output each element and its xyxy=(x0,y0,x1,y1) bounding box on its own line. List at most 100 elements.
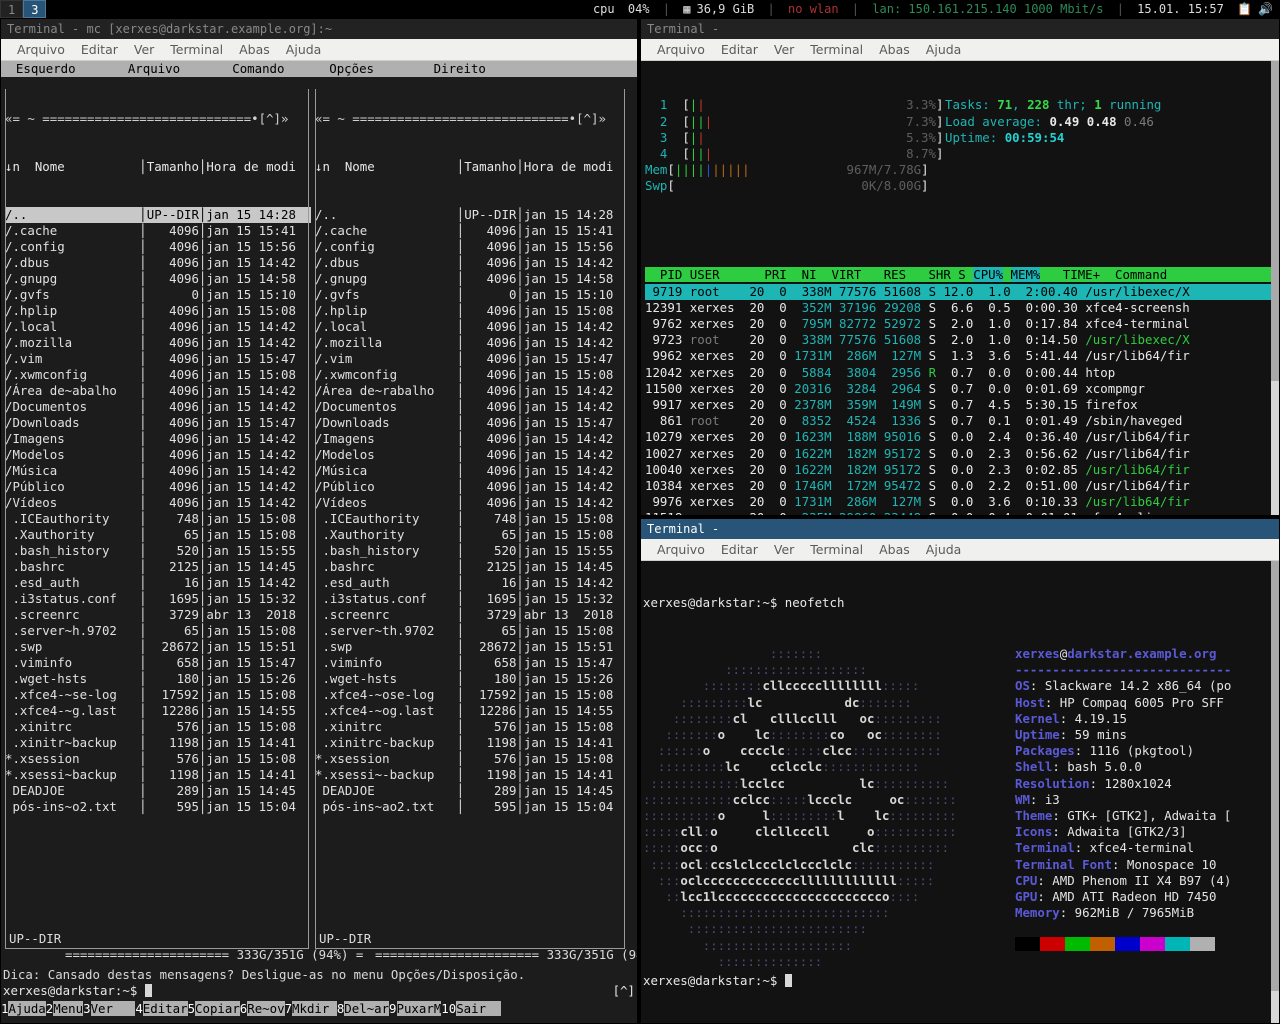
mc-file-row[interactable]: /Documentos │ 4096│jan 15 14:42 xyxy=(5,399,311,415)
nf-menu-editar[interactable]: Editar xyxy=(713,542,766,557)
mc-file-row[interactable]: .Xauthority │ 65│jan 15 15:08 xyxy=(5,527,311,543)
mc-fkey-1[interactable]: Ajuda xyxy=(8,1001,46,1016)
mc-fkey-7[interactable]: Mkdir xyxy=(292,1001,337,1016)
mc-menu-ver[interactable]: Ver xyxy=(126,42,162,57)
mc-file-row[interactable]: /.local │ 4096│jan 15 14:42 xyxy=(315,319,627,335)
mc-file-row[interactable]: .esd_auth │ 16│jan 15 14:42 xyxy=(315,575,627,591)
mc-file-row[interactable]: .bashrc │ 2125│jan 15 14:45 xyxy=(315,559,627,575)
mc-shell-prompt[interactable]: xerxes@darkstar:~$ [^] xyxy=(3,983,635,999)
mc-terminal-content[interactable]: Esquerdo Arquivo Comando Opções Direito … xyxy=(1,61,637,1023)
mc-file-row[interactable]: /.xwmconfig │ 4096│jan 15 15:08 xyxy=(315,367,627,383)
neofetch-terminal-content[interactable]: xerxes@darkstar:~$ neofetch ::::::: ::::… xyxy=(641,561,1279,1023)
mc-right-rows[interactable]: /.. │UP--DIR│jan 15 14:28/.cache │ 4096│… xyxy=(315,207,627,815)
mc-file-row[interactable]: .viminfo │ 658│jan 15 15:47 xyxy=(315,655,627,671)
mc-file-row[interactable]: /.cache │ 4096│jan 15 15:41 xyxy=(5,223,311,239)
mc-file-row[interactable]: .wget-hsts │ 180│jan 15 15:26 xyxy=(5,671,311,687)
mc-fkey-6[interactable]: Re~ov xyxy=(247,1001,285,1016)
mc-menu-ajuda[interactable]: Ajuda xyxy=(278,42,330,57)
mc-file-row[interactable]: /Documentos │ 4096│jan 15 14:42 xyxy=(315,399,627,415)
mc-file-row[interactable]: /Modelos │ 4096│jan 15 14:42 xyxy=(5,447,311,463)
nf-menu-abas[interactable]: Abas xyxy=(871,542,918,557)
mc-file-row[interactable]: .esd_auth │ 16│jan 15 14:42 xyxy=(5,575,311,591)
htop-process-row[interactable]: 10279 xerxes 20 0 1623M 188M 95016 S 0.0… xyxy=(645,429,1279,445)
mc-file-row[interactable]: /Imagens │ 4096│jan 15 14:42 xyxy=(5,431,311,447)
mc-file-row[interactable]: .server~h.9702 │ 65│jan 15 15:08 xyxy=(5,623,311,639)
mc-menu-3[interactable]: Opções xyxy=(314,61,411,76)
mc-file-row[interactable]: /Downloads │ 4096│jan 15 15:47 xyxy=(5,415,311,431)
htop-menu-ver[interactable]: Ver xyxy=(766,42,802,57)
mc-file-row[interactable]: .ICEauthority │ 748│jan 15 15:08 xyxy=(5,511,311,527)
htop-process-row[interactable]: 9723 root 20 0 338M 77576 51608 S 2.0 1.… xyxy=(645,332,1279,348)
htop-menu-terminal[interactable]: Terminal xyxy=(802,42,871,57)
mc-file-row[interactable]: /.hplip │ 4096│jan 15 15:08 xyxy=(315,303,627,319)
mc-file-row[interactable]: *.xsession │ 576│jan 15 15:08 xyxy=(315,751,627,767)
mc-file-row[interactable]: /.mozilla │ 4096│jan 15 14:42 xyxy=(315,335,627,351)
mc-file-row[interactable]: /.hplip │ 4096│jan 15 15:08 xyxy=(5,303,311,319)
scrollbar-thumb[interactable] xyxy=(1271,61,1279,381)
mc-file-row[interactable]: /Música │ 4096│jan 15 14:42 xyxy=(5,463,311,479)
nf-menu-terminal[interactable]: Terminal xyxy=(802,542,871,557)
neofetch-shell-prompt[interactable]: xerxes@darkstar:~$ xyxy=(643,973,792,989)
mc-fkey-3[interactable]: Ver xyxy=(90,1001,136,1016)
mc-file-row[interactable]: /Vídeos │ 4096│jan 15 14:42 xyxy=(5,495,311,511)
mc-left-columns[interactable]: ↓n Nome │Tamanho│Hora de modi xyxy=(5,159,311,175)
clipboard-icon[interactable]: 📋 xyxy=(1234,2,1255,16)
mc-file-row[interactable]: .wget-hsts │ 180│jan 15 15:26 xyxy=(315,671,627,687)
mc-fkey-4[interactable]: Editar xyxy=(142,1001,188,1016)
mc-file-row[interactable]: .xinitrc │ 576│jan 15 15:08 xyxy=(315,719,627,735)
mc-file-row[interactable]: /.local │ 4096│jan 15 14:42 xyxy=(5,319,311,335)
htop-process-row[interactable]: 12391 xerxes 20 0 352M 37196 29208 S 6.6… xyxy=(645,300,1279,316)
htop-process-row[interactable]: 9762 xerxes 20 0 795M 82772 52972 S 2.0 … xyxy=(645,316,1279,332)
mc-file-row[interactable]: DEADJOE │ 289│jan 15 14:45 xyxy=(5,783,311,799)
mc-file-row[interactable]: .Xauthority │ 65│jan 15 15:08 xyxy=(315,527,627,543)
htop-column-header[interactable]: PID USER PRI NI VIRT RES SHR S CPU% MEM%… xyxy=(645,267,1279,283)
neofetch-menubar[interactable]: Arquivo Editar Ver Terminal Abas Ajuda xyxy=(641,539,1279,561)
htop-process-row[interactable]: 10027 xerxes 20 0 1622M 182M 95172 S 0.0… xyxy=(645,446,1279,462)
mc-file-row[interactable]: .bash_history │ 520│jan 15 15:55 xyxy=(315,543,627,559)
htop-process-table[interactable]: PID USER PRI NI VIRT RES SHR S CPU% MEM%… xyxy=(645,267,1279,515)
mc-right-columns[interactable]: ↓n Nome │Tamanho│Hora de modi xyxy=(315,159,627,175)
neofetch-scrollbar[interactable] xyxy=(1271,561,1279,1023)
mc-terminal-window[interactable]: Terminal - mc [xerxes@darkstar.example.o… xyxy=(0,18,638,1024)
mc-file-row[interactable]: .xfce4-~g.last │ 12286│jan 15 14:55 xyxy=(5,703,311,719)
mc-left-panel[interactable]: «= ~ ============================•[^]» ↓… xyxy=(5,79,311,963)
htop-scrollbar[interactable] xyxy=(1271,61,1279,515)
mc-file-row[interactable]: /Música │ 4096│jan 15 14:42 xyxy=(315,463,627,479)
htop-menu-abas[interactable]: Abas xyxy=(871,42,918,57)
mc-file-row[interactable]: DEADJOE │ 289│jan 15 14:45 xyxy=(315,783,627,799)
htop-process-row[interactable]: 9962 xerxes 20 0 1731M 286M 127M S 1.3 3… xyxy=(645,348,1279,364)
volume-icon[interactable]: 🔊 xyxy=(1255,2,1276,16)
nf-menu-ver[interactable]: Ver xyxy=(766,542,802,557)
mc-menu-arquivo[interactable]: Arquivo xyxy=(9,42,73,57)
mc-file-row[interactable]: /Público │ 4096│jan 15 14:42 xyxy=(315,479,627,495)
mc-file-row[interactable]: *.xsession │ 576│jan 15 15:08 xyxy=(5,751,311,767)
workspace-1[interactable]: 1 xyxy=(0,0,24,18)
mc-file-row[interactable]: .xfce4-~og.last │ 12286│jan 15 14:55 xyxy=(315,703,627,719)
mc-file-row[interactable]: .screenrc │ 3729│abr 13 2018 xyxy=(315,607,627,623)
mc-file-row[interactable]: .ICEauthority │ 748│jan 15 15:08 xyxy=(315,511,627,527)
mc-fkey-9[interactable]: PuxarM xyxy=(396,1001,442,1016)
mc-file-row[interactable]: /Público │ 4096│jan 15 14:42 xyxy=(5,479,311,495)
mc-file-row[interactable]: .xfce4-~ose-log │ 17592│jan 15 15:08 xyxy=(315,687,627,703)
mc-file-row[interactable]: /Área de~abalho │ 4096│jan 15 14:42 xyxy=(5,383,311,399)
mc-file-row[interactable]: /Vídeos │ 4096│jan 15 14:42 xyxy=(315,495,627,511)
mc-file-row[interactable]: .bashrc │ 2125│jan 15 14:45 xyxy=(5,559,311,575)
mc-file-row[interactable]: .xinitrc │ 576│jan 15 15:08 xyxy=(5,719,311,735)
mc-fkey-8[interactable]: Del~ar xyxy=(344,1001,390,1016)
mc-function-keys[interactable]: 1Ajuda2Menu3Ver 4Editar5Copiar6Re~ov7Mkd… xyxy=(1,1001,637,1017)
mc-menubar[interactable]: Arquivo Editar Ver Terminal Abas Ajuda xyxy=(1,39,637,61)
htop-process-row[interactable]: 12042 xerxes 20 0 5884 3804 2956 R 0.7 0… xyxy=(645,365,1279,381)
mc-menu-2[interactable]: Comando xyxy=(210,61,314,76)
htop-menu-arquivo[interactable]: Arquivo xyxy=(649,42,713,57)
htop-process-row[interactable]: 9719 root 20 0 338M 77576 51608 S 12.0 1… xyxy=(645,283,1279,300)
mc-file-row[interactable]: /.gvfs │ 0│jan 15 15:10 xyxy=(315,287,627,303)
mc-file-row[interactable]: /.dbus │ 4096│jan 15 14:42 xyxy=(315,255,627,271)
mc-file-row[interactable]: /.vim │ 4096│jan 15 15:47 xyxy=(315,351,627,367)
mc-file-row[interactable]: *.xsessi~backup │ 1198│jan 15 14:41 xyxy=(5,767,311,783)
mc-menu-abas[interactable]: Abas xyxy=(231,42,278,57)
htop-process-row[interactable]: 11518 xerxes 20 0 235M 29860 23448 S 0.0… xyxy=(645,510,1279,515)
mc-left-rows[interactable]: /.. │UP--DIR│jan 15 14:28/.cache │ 4096│… xyxy=(5,207,311,815)
mc-file-row[interactable]: /.config │ 4096│jan 15 15:56 xyxy=(5,239,311,255)
mc-menu-row[interactable]: Esquerdo Arquivo Comando Opções Direito xyxy=(1,61,637,77)
mc-file-row[interactable]: /Modelos │ 4096│jan 15 14:42 xyxy=(315,447,627,463)
